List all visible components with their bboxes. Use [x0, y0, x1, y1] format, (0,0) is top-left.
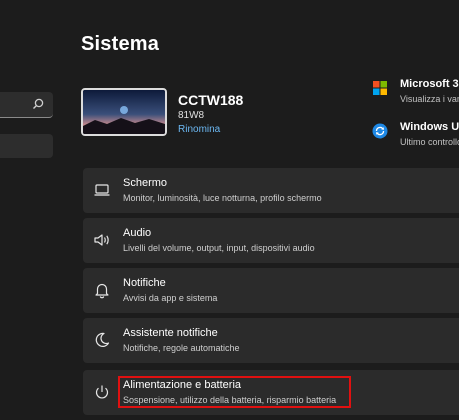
rename-link[interactable]: Rinomina — [178, 124, 220, 135]
device-model: 81W8 — [178, 110, 205, 121]
power-icon — [95, 385, 109, 399]
card-subtitle: Livelli del volume, output, input, dispo… — [123, 243, 315, 253]
card-title: Notifiche — [123, 277, 166, 289]
settings-card-audio[interactable]: Audio Livelli del volume, output, input,… — [83, 218, 459, 263]
settings-card-notifiche[interactable]: Notifiche Avvisi da app e sistema — [83, 268, 459, 313]
settings-card-assistente-notifiche[interactable]: Assistente notifiche Notifiche, regole a… — [83, 318, 459, 363]
moon-icon — [95, 332, 110, 347]
sync-icon — [372, 123, 388, 139]
device-thumbnail — [81, 88, 167, 136]
card-title: Assistente notifiche — [123, 327, 218, 339]
monitor-icon — [94, 184, 110, 196]
microsoft-logo-icon — [373, 81, 387, 95]
device-name: CCTW188 — [178, 92, 244, 108]
sidebar — [0, 0, 62, 420]
aside-title: Microsoft 365 — [400, 78, 459, 90]
card-title: Schermo — [123, 177, 168, 189]
card-subtitle: Notifiche, regole automatiche — [123, 343, 240, 353]
card-subtitle: Monitor, luminosità, luce notturna, prof… — [123, 193, 322, 203]
search-input[interactable] — [0, 92, 53, 118]
search-icon — [33, 98, 44, 109]
settings-card-schermo[interactable]: Schermo Monitor, luminosità, luce nottur… — [83, 168, 459, 213]
card-title: Alimentazione e batteria — [123, 379, 242, 391]
bell-icon — [95, 283, 109, 299]
aside-subtitle: Visualizza i vantaggi — [400, 94, 459, 104]
aside-title: Windows Update — [400, 121, 459, 133]
sidebar-item-selected[interactable] — [0, 134, 53, 158]
aside-subtitle: Ultimo controllo — [400, 137, 459, 147]
card-title: Audio — [123, 227, 152, 239]
card-subtitle: Sospensione, utilizzo della batteria, ri… — [123, 395, 337, 405]
card-subtitle: Avvisi da app e sistema — [123, 293, 218, 303]
speaker-icon — [94, 234, 109, 246]
settings-card-alimentazione[interactable]: Alimentazione e batteria Sospensione, ut… — [83, 370, 459, 415]
page-title: Sistema — [81, 33, 160, 55]
windows-update-link[interactable]: Windows Update Ultimo controllo — [372, 121, 459, 157]
microsoft-365-promo[interactable]: Microsoft 365 Visualizza i vantaggi — [372, 78, 459, 114]
